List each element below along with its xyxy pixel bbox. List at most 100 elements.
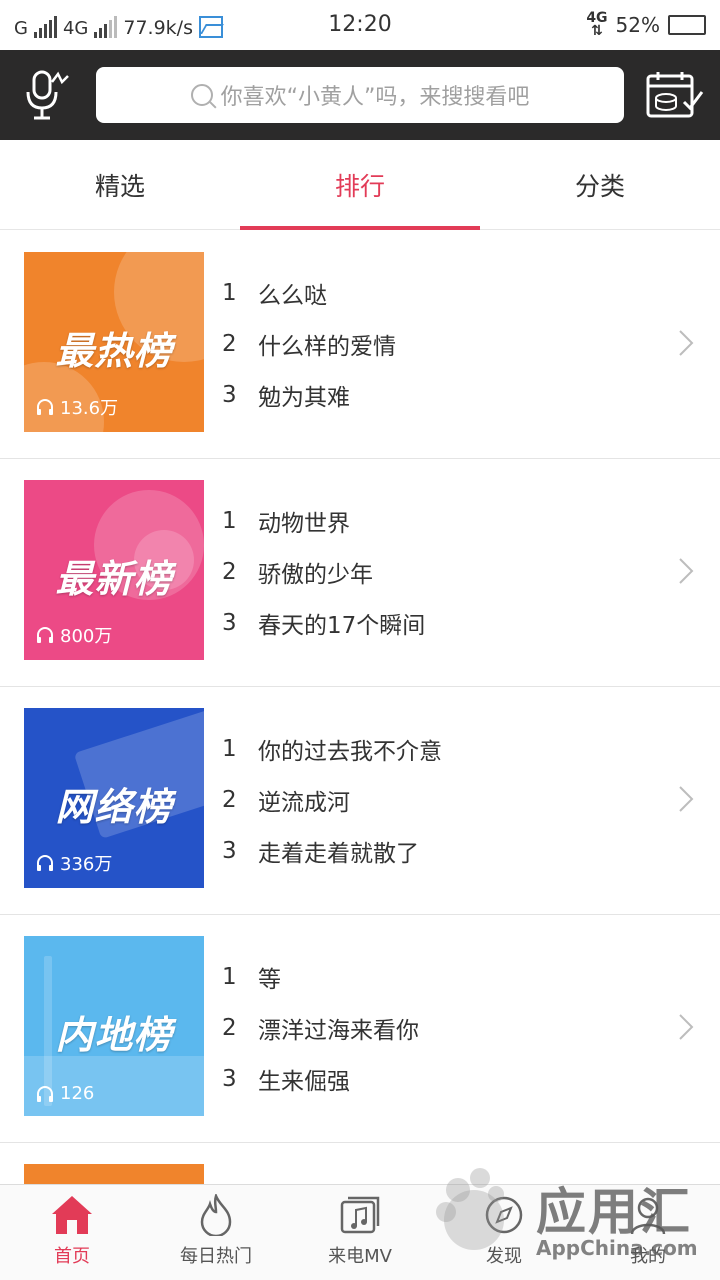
battery-icon (668, 15, 706, 35)
song-item: 2 什么样的爱情 (222, 318, 396, 369)
song-rank: 2 (222, 1014, 237, 1041)
flame-icon (200, 1194, 232, 1236)
chart-row-hot[interactable]: 最热榜 13.6万 1 么么哒 2 什么样的爱情 3 勉为其难 (0, 231, 720, 459)
play-count: 336万 (36, 850, 112, 876)
chart-cover-title: 最热榜 (55, 329, 173, 373)
tab-featured[interactable]: 精选 (0, 140, 240, 229)
play-count: 800万 (36, 622, 112, 648)
search-icon (190, 84, 213, 106)
song-rank: 2 (222, 558, 237, 585)
song-name: 什么样的爱情 (258, 333, 396, 360)
chart-row-new[interactable]: 最新榜 800万 1 动物世界 2 骄傲的少年 3 春天的17个瞬间 (0, 459, 720, 687)
song-item: 1 你的过去我不介意 (222, 723, 442, 774)
nav-label: 我的 (630, 1246, 666, 1267)
chart-cover[interactable]: 最新榜 800万 (24, 480, 204, 660)
headphones-icon (37, 855, 53, 871)
song-name: 勉为其难 (258, 384, 350, 411)
search-input[interactable]: 你喜欢“小黄人”吗，来搜搜看吧 (96, 67, 624, 123)
top-tabs: 精选 排行 分类 (0, 140, 720, 230)
headphones-icon (37, 627, 53, 643)
chevron-right-icon[interactable] (678, 1013, 694, 1041)
song-rank: 1 (222, 963, 237, 990)
chevron-right-icon[interactable] (678, 329, 694, 357)
nav-profile[interactable]: 我的 (576, 1185, 720, 1280)
song-name: 动物世界 (258, 510, 350, 537)
status-bar: G 4G 77.9k/s 12:20 4G ⇅ 52% (0, 0, 720, 50)
status-right: 4G ⇅ 52% (586, 10, 706, 39)
battery-percent: 52% (615, 13, 660, 37)
profile-icon (630, 1197, 666, 1235)
chart-cover[interactable]: 内地榜 126 (24, 936, 204, 1116)
search-placeholder: 你喜欢“小黄人”吗，来搜搜看吧 (220, 85, 530, 110)
song-rank: 3 (222, 381, 237, 408)
chevron-right-icon[interactable] (678, 785, 694, 813)
song-list: 1等 2 漂洋过海来看你 3 生来倔强 (222, 951, 419, 1104)
nav-label: 每日热门 (180, 1246, 252, 1267)
song-rank: 3 (222, 609, 237, 636)
song-name: 逆流成河 (258, 789, 350, 816)
song-list: 1 动物世界 2 骄傲的少年 3 春天的17个瞬间 (222, 495, 425, 648)
microphone-icon[interactable] (22, 68, 70, 122)
home-icon (52, 1196, 92, 1234)
song-name: 走着走着就散了 (258, 840, 419, 867)
chart-list: 最热榜 13.6万 1 么么哒 2 什么样的爱情 3 勉为其难 最新榜 800万 1动… (0, 231, 720, 1143)
chevron-right-icon[interactable] (678, 557, 694, 585)
play-count-value: 336万 (60, 854, 113, 875)
song-list: 1 你的过去我不介意 2 逆流成河 3 走着走着就散了 (222, 723, 442, 876)
song-list: 1 么么哒 2 什么样的爱情 3 勉为其难 (222, 267, 396, 420)
song-rank: 3 (222, 837, 237, 864)
nav-ringtone-mv[interactable]: 来电MV (288, 1185, 432, 1280)
nav-label: 发现 (486, 1246, 522, 1267)
play-count: 13.6万 (36, 394, 118, 420)
song-name: 春天的17个瞬间 (258, 612, 426, 639)
chart-row-network[interactable]: 网络榜 336万 1 你的过去我不介意 2 逆流成河 3 走着走着就散了 (0, 687, 720, 915)
play-count-value: 13.6万 (60, 398, 119, 419)
song-name: 么么哒 (258, 282, 327, 309)
chart-cover-title: 最新榜 (55, 557, 173, 601)
song-rank: 1 (222, 735, 237, 762)
song-item: 3 勉为其难 (222, 369, 396, 420)
song-item: 3 春天的17个瞬间 (222, 597, 425, 648)
song-item: 1等 (222, 951, 419, 1002)
tab-category[interactable]: 分类 (480, 140, 720, 229)
song-rank: 1 (222, 279, 237, 306)
chart-cover[interactable]: 最热榜 13.6万 (24, 252, 204, 432)
song-item: 2 漂洋过海来看你 (222, 1002, 419, 1053)
song-item: 3 走着走着就散了 (222, 825, 442, 876)
song-rank: 3 (222, 1065, 237, 1092)
nav-label: 来电MV (328, 1246, 392, 1267)
nav-daily-hot[interactable]: 每日热门 (144, 1185, 288, 1280)
discover-icon (485, 1196, 523, 1234)
song-name: 骄傲的少年 (258, 561, 373, 588)
play-count-value: 800万 (60, 626, 113, 647)
song-item: 1 动物世界 (222, 495, 425, 546)
song-name: 生来倔强 (258, 1068, 350, 1095)
nav-discover[interactable]: 发现 (432, 1185, 576, 1280)
nav-home[interactable]: 首页 (0, 1185, 144, 1280)
network-4g-icon: 4G ⇅ (586, 10, 608, 39)
song-name: 漂洋过海来看你 (258, 1017, 419, 1044)
headphones-icon (37, 1085, 53, 1102)
song-name: 你的过去我不介意 (258, 738, 442, 765)
mv-icon (340, 1196, 380, 1234)
headphones-icon (37, 399, 53, 415)
chart-cover[interactable]: 网络榜 336万 (24, 708, 204, 888)
chart-cover-title: 内地榜 (55, 1013, 173, 1057)
bottom-nav: 首页 每日热门 来电MV 发现 我的 (0, 1184, 720, 1280)
song-name: 等 (258, 966, 281, 993)
nav-label: 首页 (54, 1246, 90, 1267)
song-item: 2 逆流成河 (222, 774, 442, 825)
app-header: 你喜欢“小黄人”吗，来搜搜看吧 (0, 50, 720, 140)
play-count: 126 (36, 1083, 94, 1104)
play-count-value: 126 (60, 1083, 95, 1104)
song-item: 1 么么哒 (222, 267, 396, 318)
song-item: 2 骄傲的少年 (222, 546, 425, 597)
chart-cover-title: 网络榜 (55, 785, 173, 829)
song-rank: 2 (222, 786, 237, 813)
calendar-check-icon[interactable] (644, 70, 704, 120)
tab-ranking[interactable]: 排行 (240, 140, 480, 230)
song-rank: 1 (222, 507, 237, 534)
song-item: 3 生来倔强 (222, 1053, 419, 1104)
song-rank: 2 (222, 330, 237, 357)
chart-row-mainland[interactable]: 内地榜 126 1等 2 漂洋过海来看你 3 生来倔强 (0, 915, 720, 1143)
